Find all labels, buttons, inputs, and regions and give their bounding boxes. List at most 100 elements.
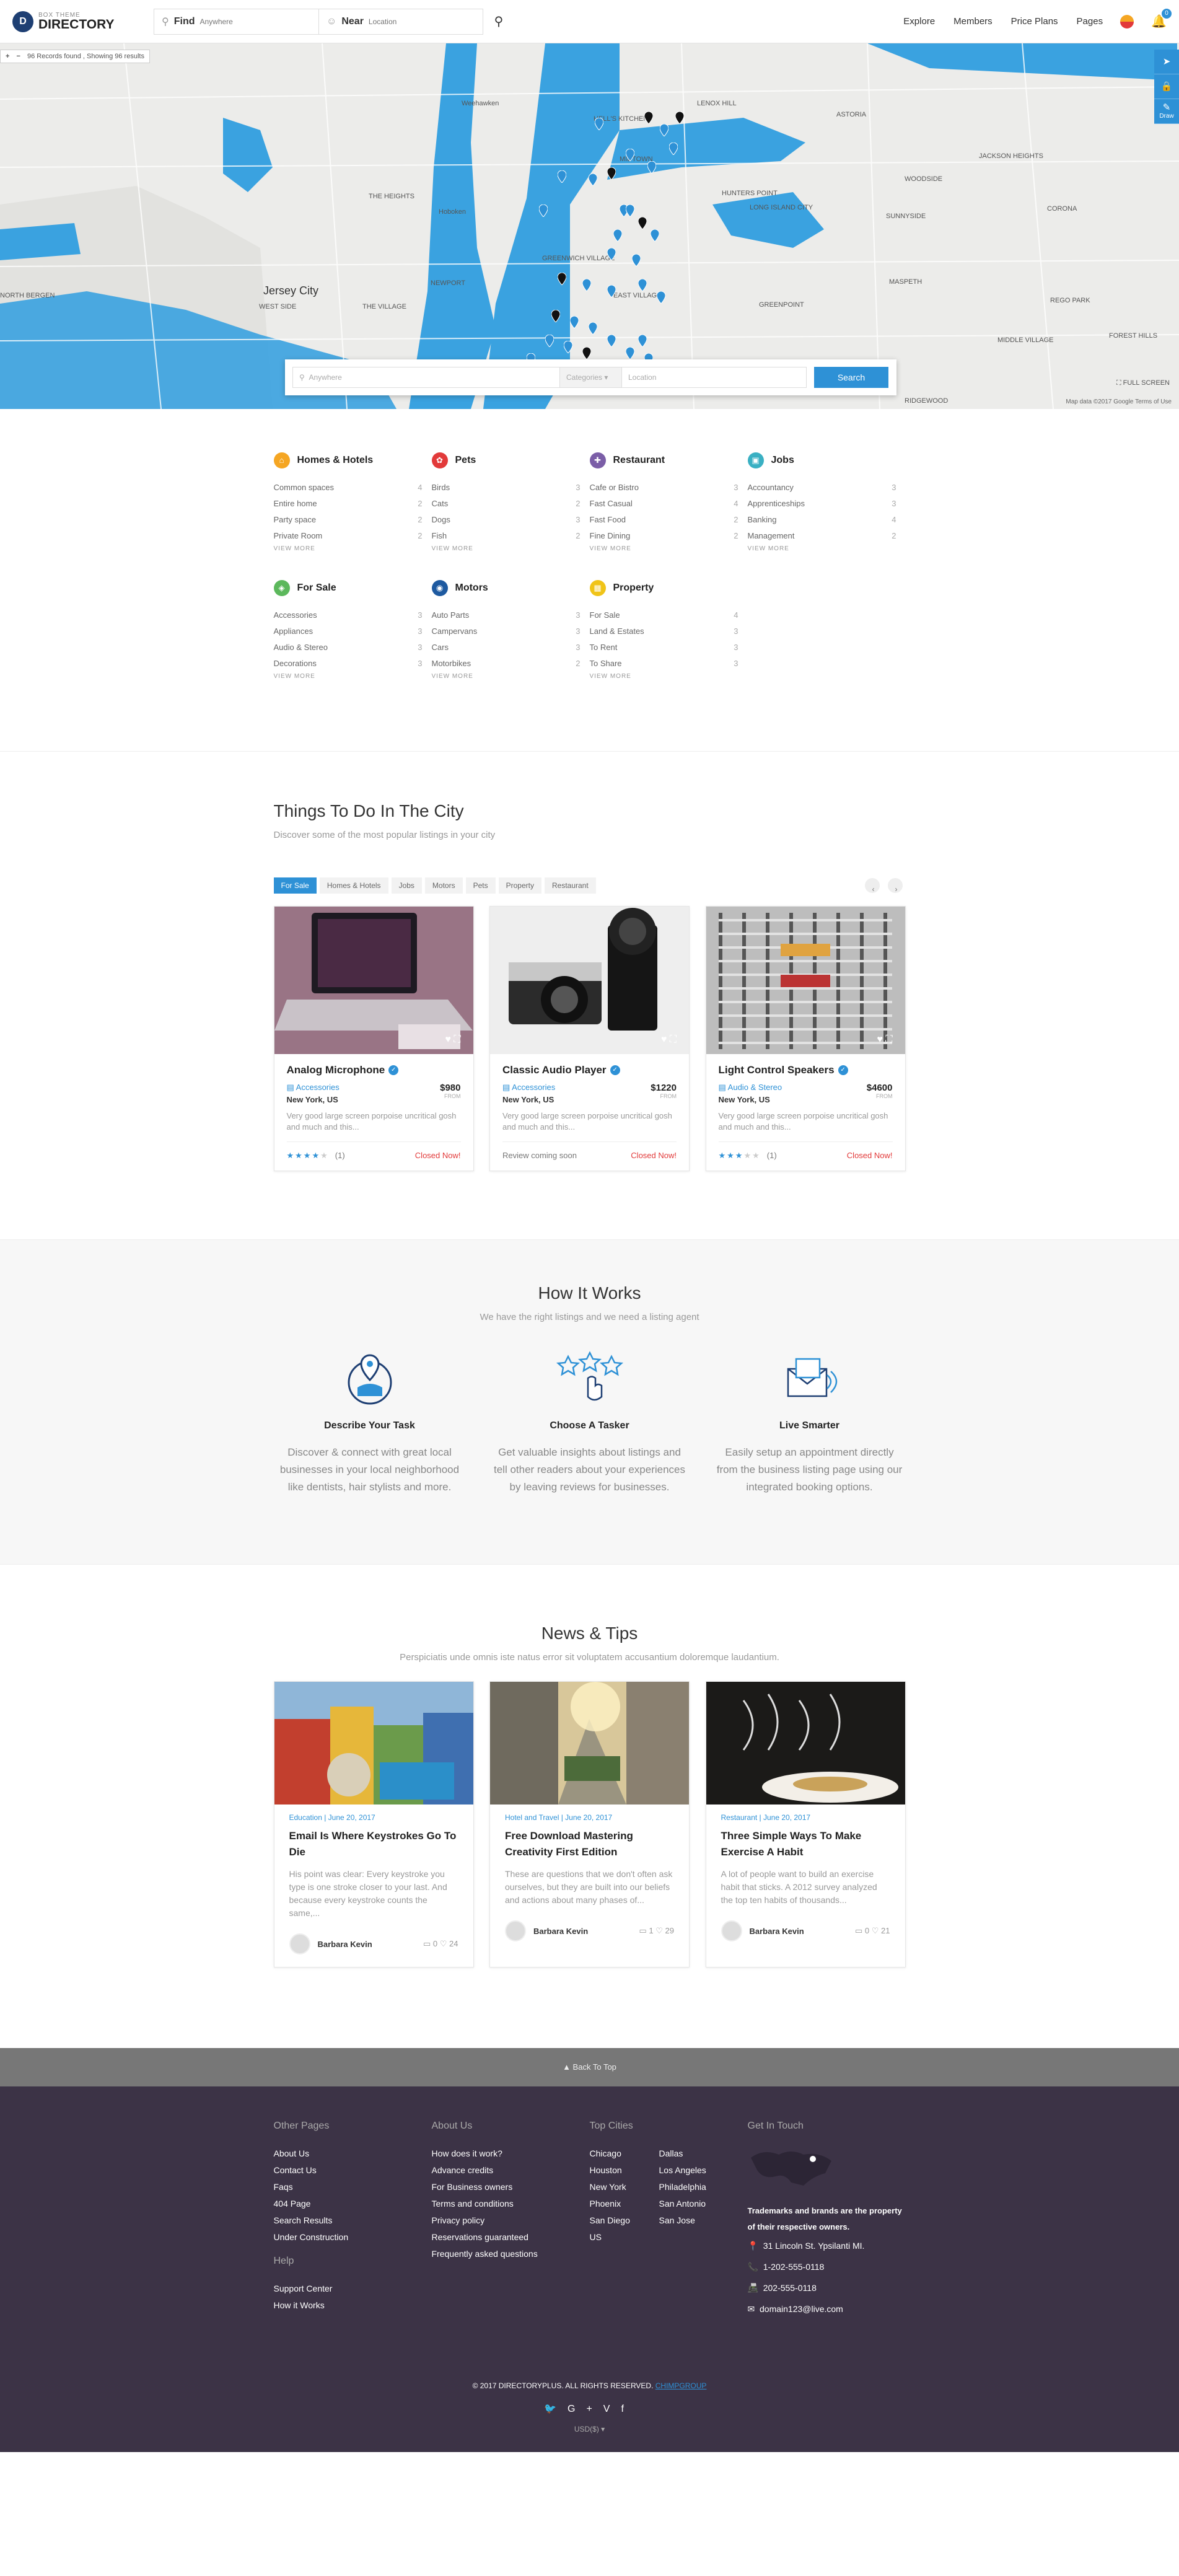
near-field[interactable]: ☺ Near <box>318 9 483 34</box>
footer-link[interactable]: How it Works <box>274 2297 432 2314</box>
listing-category[interactable]: ▤ Accessories <box>287 1083 340 1092</box>
map-marker[interactable] <box>638 334 647 348</box>
category-header[interactable]: ✚ Restaurant <box>589 452 739 468</box>
chevron-left-icon[interactable]: ‹ <box>864 878 880 894</box>
map-search-input[interactable]: ⚲ Anywhere <box>292 367 560 388</box>
news-meta[interactable]: Education | June 20, 2017 <box>289 1813 458 1822</box>
news-author[interactable]: Barbara Kevin <box>750 1927 804 1936</box>
category-header[interactable]: ▦ Property <box>589 580 739 596</box>
map-marker[interactable] <box>588 322 598 335</box>
category-item[interactable]: Accessories 3 <box>274 607 423 623</box>
chevron-right-icon[interactable]: › <box>887 878 903 894</box>
footer-link[interactable]: Contact Us <box>274 2162 432 2179</box>
search-submit-icon[interactable]: ⚲ <box>489 14 508 29</box>
category-item[interactable]: To Rent 3 <box>590 640 739 656</box>
news-card[interactable]: Restaurant | June 20, 2017 Three Simple W… <box>705 1681 906 1967</box>
avatar[interactable] <box>289 1933 310 1954</box>
map-marker[interactable] <box>656 291 666 304</box>
footer-link[interactable]: Frequently asked questions <box>432 2246 590 2262</box>
map-marker[interactable] <box>588 173 598 187</box>
tab-restaurant[interactable]: Restaurant <box>544 877 596 894</box>
category-item[interactable]: Fine Dining 2 <box>590 528 739 544</box>
listing-title[interactable]: Classic Audio Player ✓ <box>502 1064 677 1076</box>
map-search-button[interactable]: Search <box>814 367 888 388</box>
view-more-link[interactable]: VIEW MORE <box>274 673 423 680</box>
footer-link[interactable]: How does it work? <box>432 2145 590 2162</box>
view-more-link[interactable]: VIEW MORE <box>590 673 739 680</box>
twitter-icon[interactable]: 🐦 <box>544 2404 568 2414</box>
find-field[interactable]: ⚲ Find <box>154 9 318 34</box>
city-link[interactable]: Dallas <box>659 2145 729 2162</box>
category-item[interactable]: Dogs 3 <box>432 512 581 528</box>
map-marker[interactable] <box>659 123 669 137</box>
listing-card[interactable]: ♥ ⛶ Analog Microphone ✓ ▤ Accessories New Yo… <box>273 906 474 1171</box>
avatar[interactable] <box>505 1920 526 1941</box>
listing-image[interactable]: ♥ ⛶ <box>490 907 689 1054</box>
map-marker[interactable] <box>638 216 647 230</box>
listing-title[interactable]: Analog Microphone ✓ <box>287 1064 461 1076</box>
facebook-icon[interactable]: f <box>621 2404 634 2414</box>
footer-link[interactable]: Under Construction <box>274 2229 432 2246</box>
category-item[interactable]: For Sale 4 <box>590 607 739 623</box>
news-card[interactable]: Education | June 20, 2017 Email Is Where … <box>273 1681 474 1967</box>
currency-select[interactable]: USD($) ▾ <box>274 2425 906 2433</box>
nav-members[interactable]: Members <box>953 16 993 27</box>
footer-link[interactable]: Advance credits <box>432 2162 590 2179</box>
city-link[interactable]: Houston <box>590 2162 659 2179</box>
news-title[interactable]: Free Download Mastering Creativity First… <box>505 1828 674 1860</box>
category-item[interactable]: Cats 2 <box>432 496 581 512</box>
city-link[interactable]: Phoenix <box>590 2196 659 2212</box>
news-image[interactable] <box>274 1682 473 1805</box>
view-more-link[interactable]: VIEW MORE <box>274 545 423 552</box>
map-marker[interactable] <box>675 111 685 125</box>
map-marker[interactable] <box>557 170 567 183</box>
footer-link[interactable]: About Us <box>274 2145 432 2162</box>
category-header[interactable]: ◉ Motors <box>431 580 581 596</box>
map-location-input[interactable]: Location <box>622 367 807 388</box>
listing-image[interactable]: ♥ ⛶ <box>274 907 473 1054</box>
category-item[interactable]: Private Room 2 <box>274 528 423 544</box>
nav-explore[interactable]: Explore <box>903 16 935 27</box>
city-link[interactable]: Philadelphia <box>659 2179 729 2196</box>
listing-card[interactable]: ♥ ⛶ Classic Audio Player ✓ ▤ Accessories New… <box>489 906 690 1171</box>
map[interactable]: Jersey City HELL'S KITCHEN ASTORIA JACKS… <box>0 43 1179 409</box>
lock-icon[interactable]: 🔒 <box>1154 74 1179 99</box>
map-marker[interactable] <box>631 253 641 267</box>
listing-card[interactable]: ♥ ⛶ Light Control Speakers ✓ ▤ Audio & Ster… <box>705 906 906 1171</box>
footer-link[interactable]: Privacy policy <box>432 2212 590 2229</box>
nav-pages[interactable]: Pages <box>1077 16 1103 27</box>
map-marker[interactable] <box>613 229 623 242</box>
map-marker[interactable] <box>538 204 548 218</box>
map-marker[interactable] <box>607 247 616 261</box>
vimeo-icon[interactable]: V <box>603 2404 621 2414</box>
news-image[interactable] <box>706 1682 905 1805</box>
tab-for-sale[interactable]: For Sale <box>273 877 317 894</box>
footer-link[interactable]: Reservations guaranteed <box>432 2229 590 2246</box>
map-marker[interactable] <box>607 284 616 298</box>
zoom-in-button[interactable]: + <box>6 53 9 60</box>
category-item[interactable]: Common spaces 4 <box>274 480 423 496</box>
footer-link[interactable]: For Business owners <box>432 2179 590 2196</box>
listing-category[interactable]: ▤ Accessories <box>502 1083 555 1092</box>
category-header[interactable]: ▣ Jobs <box>747 452 896 468</box>
category-item[interactable]: To Share 3 <box>590 656 739 672</box>
category-item[interactable]: Auto Parts 3 <box>432 607 581 623</box>
listing-title[interactable]: Light Control Speakers ✓ <box>719 1064 893 1076</box>
heart-icon[interactable]: ♥ ⛶ <box>445 1034 460 1045</box>
map-marker[interactable] <box>551 309 561 323</box>
map-marker[interactable] <box>625 148 635 162</box>
map-marker[interactable] <box>607 167 616 180</box>
map-marker[interactable] <box>625 204 635 218</box>
map-marker[interactable] <box>569 315 579 329</box>
logo[interactable]: D BOX THEME DIRECTORY <box>12 11 136 32</box>
find-input[interactable] <box>199 17 293 26</box>
footer-link[interactable]: Support Center <box>274 2280 432 2297</box>
category-item[interactable]: Entire home 2 <box>274 496 423 512</box>
map-marker[interactable] <box>647 160 657 174</box>
map-marker[interactable] <box>563 340 573 354</box>
tab-pets[interactable]: Pets <box>465 877 496 894</box>
category-item[interactable]: Accountancy 3 <box>748 480 896 496</box>
tab-motors[interactable]: Motors <box>424 877 463 894</box>
city-link[interactable]: New York <box>590 2179 659 2196</box>
footer-link[interactable]: Terms and conditions <box>432 2196 590 2212</box>
